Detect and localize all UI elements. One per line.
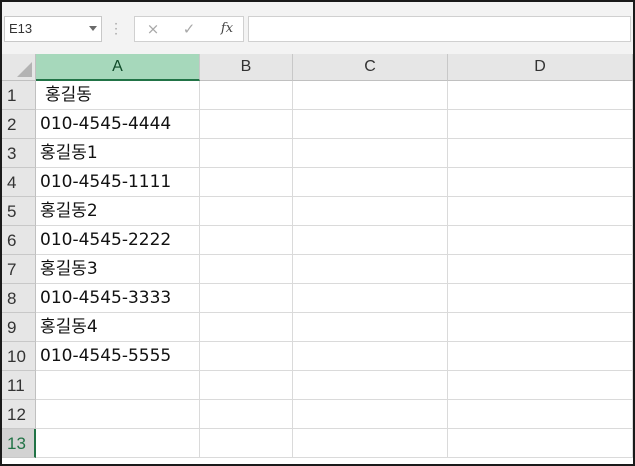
cell-d1[interactable]: [448, 81, 633, 110]
cell-d5[interactable]: [448, 197, 633, 226]
cell-b8[interactable]: [200, 284, 293, 313]
name-box[interactable]: E13: [4, 16, 102, 42]
row-header-1[interactable]: 1: [2, 81, 36, 110]
cell-b12[interactable]: [200, 400, 293, 429]
cell-d7[interactable]: [448, 255, 633, 284]
cell-a1[interactable]: 홍길동: [36, 81, 200, 110]
cell-c11[interactable]: [293, 371, 448, 400]
cell-d8[interactable]: [448, 284, 633, 313]
row-header-7[interactable]: 7: [2, 255, 36, 284]
cell-b3[interactable]: [200, 139, 293, 168]
row-header-10[interactable]: 10: [2, 342, 36, 371]
cell-a3[interactable]: 홍길동1: [36, 139, 200, 168]
cell-d13[interactable]: [448, 429, 633, 458]
spreadsheet-window: E13 · · · × ✓ fx A B C D 1 홍길동 2 010-4545-4444 3 홍길…: [0, 0, 635, 466]
cell-b1[interactable]: [200, 81, 293, 110]
row-header-2[interactable]: 2: [2, 110, 36, 139]
cell-a11[interactable]: [36, 371, 200, 400]
cell-b6[interactable]: [200, 226, 293, 255]
check-icon[interactable]: ✓: [173, 17, 205, 41]
cell-c13[interactable]: [293, 429, 448, 458]
formula-bar: E13 · · · × ✓ fx: [2, 2, 633, 55]
cell-b5[interactable]: [200, 197, 293, 226]
cell-d9[interactable]: [448, 313, 633, 342]
column-header-c[interactable]: C: [293, 54, 448, 81]
cell-c7[interactable]: [293, 255, 448, 284]
cell-a7[interactable]: 홍길동3: [36, 255, 200, 284]
cell-d4[interactable]: [448, 168, 633, 197]
cell-d10[interactable]: [448, 342, 633, 371]
cell-c8[interactable]: [293, 284, 448, 313]
cell-d3[interactable]: [448, 139, 633, 168]
cell-c4[interactable]: [293, 168, 448, 197]
column-header-b[interactable]: B: [200, 54, 293, 81]
row-header-12[interactable]: 12: [2, 400, 36, 429]
cell-a6[interactable]: 010-4545-2222: [36, 226, 200, 255]
cell-c9[interactable]: [293, 313, 448, 342]
cell-c1[interactable]: [293, 81, 448, 110]
insert-function-icon[interactable]: fx: [211, 17, 243, 41]
cell-b2[interactable]: [200, 110, 293, 139]
cell-c3[interactable]: [293, 139, 448, 168]
cell-b13[interactable]: [200, 429, 293, 458]
cell-a4[interactable]: 010-4545-1111: [36, 168, 200, 197]
cell-b9[interactable]: [200, 313, 293, 342]
chevron-down-icon[interactable]: [89, 26, 97, 31]
row-header-13[interactable]: 13: [2, 429, 36, 458]
cell-b11[interactable]: [200, 371, 293, 400]
row-header-11[interactable]: 11: [2, 371, 36, 400]
cell-c6[interactable]: [293, 226, 448, 255]
cell-b7[interactable]: [200, 255, 293, 284]
more-vertical-icon[interactable]: · · ·: [114, 18, 118, 40]
cancel-icon[interactable]: ×: [137, 17, 169, 41]
select-all-button[interactable]: [2, 54, 36, 81]
formula-buttons: × ✓ fx: [134, 16, 244, 42]
cell-b10[interactable]: [200, 342, 293, 371]
cell-c5[interactable]: [293, 197, 448, 226]
cell-a5[interactable]: 홍길동2: [36, 197, 200, 226]
cell-a9[interactable]: 홍길동4: [36, 313, 200, 342]
select-all-triangle-icon: [17, 62, 32, 77]
cell-d12[interactable]: [448, 400, 633, 429]
row-header-3[interactable]: 3: [2, 139, 36, 168]
cell-a13[interactable]: [36, 429, 200, 458]
column-header-a[interactable]: A: [36, 54, 200, 81]
row-header-5[interactable]: 5: [2, 197, 36, 226]
column-header-d[interactable]: D: [448, 54, 633, 81]
cell-b4[interactable]: [200, 168, 293, 197]
row-header-4[interactable]: 4: [2, 168, 36, 197]
cell-a2[interactable]: 010-4545-4444: [36, 110, 200, 139]
cell-c10[interactable]: [293, 342, 448, 371]
cell-c2[interactable]: [293, 110, 448, 139]
row-header-8[interactable]: 8: [2, 284, 36, 313]
cell-a8[interactable]: 010-4545-3333: [36, 284, 200, 313]
row-header-9[interactable]: 9: [2, 313, 36, 342]
cell-d2[interactable]: [448, 110, 633, 139]
cell-a10[interactable]: 010-4545-5555: [36, 342, 200, 371]
cell-a12[interactable]: [36, 400, 200, 429]
name-box-value: E13: [9, 21, 33, 36]
cell-d11[interactable]: [448, 371, 633, 400]
formula-input[interactable]: [248, 16, 631, 42]
worksheet-grid: A B C D 1 홍길동 2 010-4545-4444 3 홍길동1 4 010-4545-111…: [2, 54, 633, 464]
row-header-6[interactable]: 6: [2, 226, 36, 255]
cell-c12[interactable]: [293, 400, 448, 429]
cell-d6[interactable]: [448, 226, 633, 255]
